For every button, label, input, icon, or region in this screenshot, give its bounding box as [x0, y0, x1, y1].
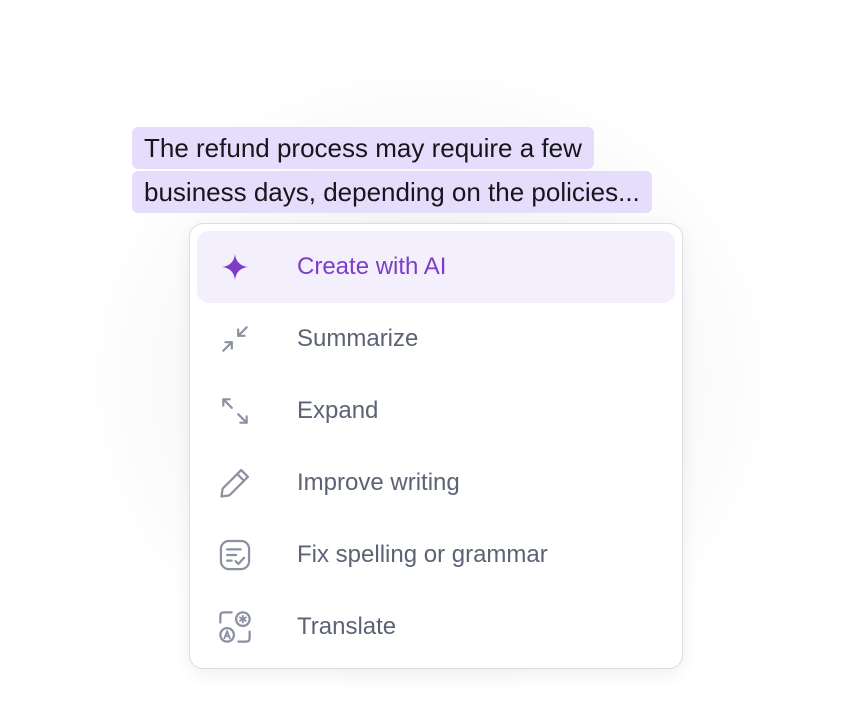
menu-item-expand[interactable]: Expand	[197, 375, 675, 447]
menu-item-label: Create with AI	[297, 253, 447, 280]
menu-item-label: Translate	[297, 613, 397, 640]
menu-item-label: Summarize	[297, 325, 419, 352]
menu-item-translate[interactable]: Translate	[197, 591, 675, 663]
selected-text-highlight: The refund process may require a few busi…	[132, 127, 652, 213]
menu-item-improve-writing[interactable]: Improve writing	[197, 447, 675, 519]
selected-text-line-2: business days, depending on the policies…	[144, 177, 640, 207]
menu-item-create-with-ai[interactable]: Create with AI	[197, 231, 675, 303]
expand-arrows-icon	[217, 393, 253, 429]
text-check-icon	[217, 537, 253, 573]
menu-item-summarize[interactable]: Summarize	[197, 303, 675, 375]
pencil-icon	[217, 465, 253, 501]
ai-actions-menu: Create with AI Summarize Expand Improve …	[189, 223, 683, 669]
menu-item-label: Expand	[297, 397, 379, 424]
menu-item-label: Improve writing	[297, 469, 460, 496]
menu-item-fix-spelling-or-grammar[interactable]: Fix spelling or grammar	[197, 519, 675, 591]
selected-text-line-1: The refund process may require a few	[144, 133, 582, 163]
menu-item-label: Fix spelling or grammar	[297, 541, 548, 568]
selected-text: The refund process may require a few busi…	[132, 126, 752, 214]
sparkle-icon	[217, 249, 253, 285]
collapse-arrows-icon	[217, 321, 253, 357]
translate-icon	[217, 609, 253, 645]
